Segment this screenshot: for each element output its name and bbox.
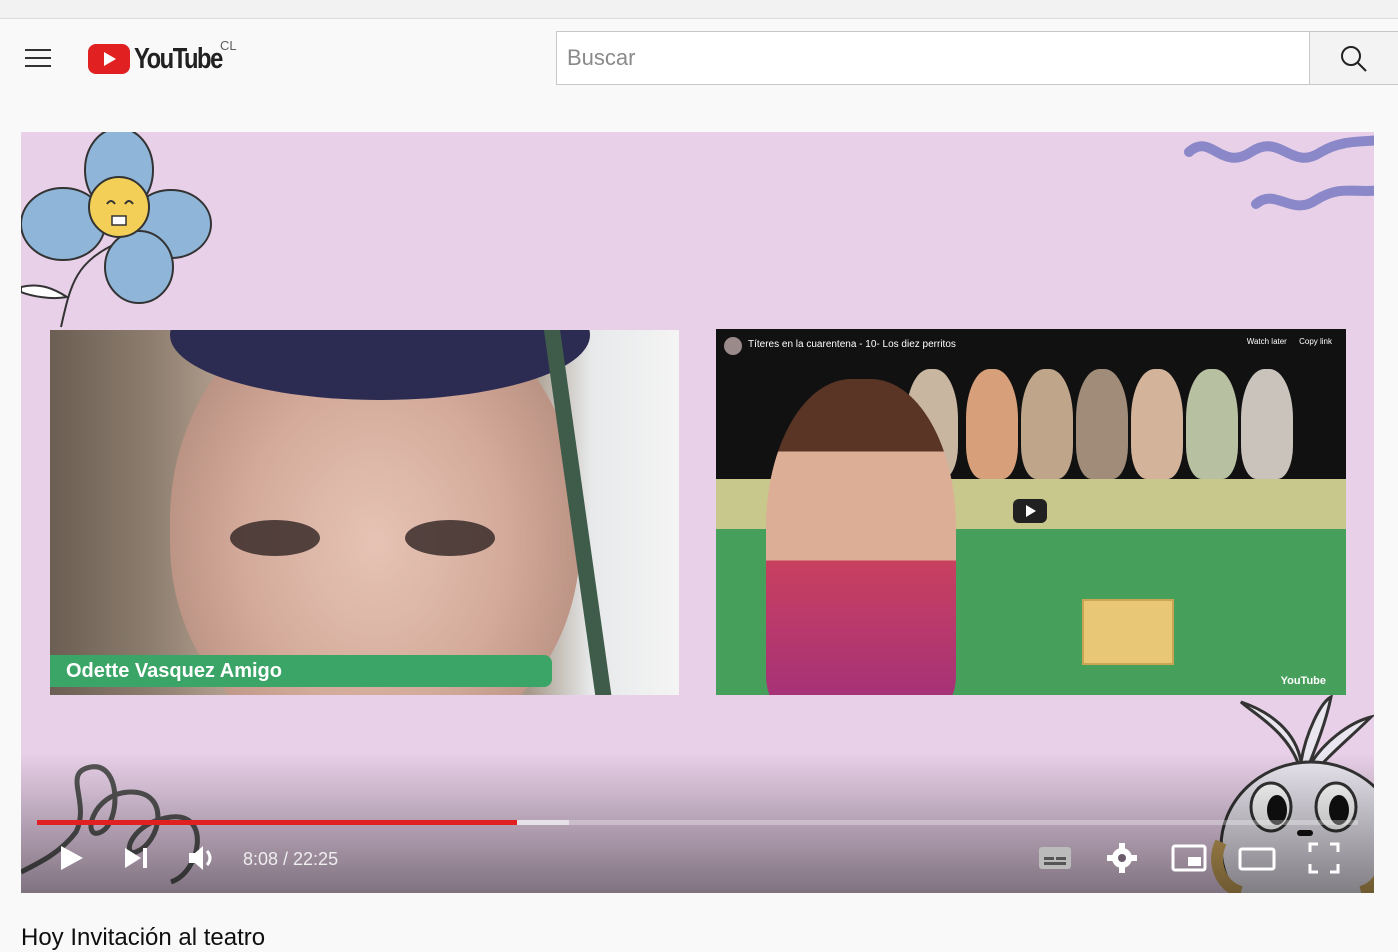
settings-button[interactable] bbox=[1105, 837, 1139, 879]
search-input[interactable] bbox=[556, 31, 1310, 85]
performer-image bbox=[766, 379, 956, 695]
youtube-logo[interactable]: YouTube bbox=[88, 41, 241, 77]
masthead: YouTube CL bbox=[0, 19, 1398, 97]
puppet-image bbox=[966, 369, 1018, 479]
miniplayer-icon bbox=[1171, 844, 1207, 872]
search-button[interactable] bbox=[1310, 31, 1398, 85]
puppet-image bbox=[1241, 369, 1293, 479]
browser-toolbar bbox=[0, 0, 1398, 19]
fullscreen-icon bbox=[1308, 842, 1340, 874]
embedded-video: Títeres en la cuarentena - 10- Los diez … bbox=[716, 329, 1346, 695]
eye-image bbox=[405, 520, 495, 556]
played-bar bbox=[37, 820, 517, 825]
search-icon bbox=[1341, 46, 1367, 72]
logo-text: YouTube bbox=[134, 42, 223, 75]
country-code: CL bbox=[220, 38, 237, 53]
theater-icon bbox=[1238, 847, 1276, 871]
volume-icon bbox=[189, 846, 212, 870]
flower-illustration bbox=[21, 132, 212, 328]
play-button[interactable] bbox=[55, 837, 87, 879]
play-icon bbox=[61, 846, 83, 870]
video-title: Hoy Invitación al teatro bbox=[21, 924, 266, 951]
embedded-video-title: Títeres en la cuarentena - 10- Los diez … bbox=[748, 339, 956, 350]
video-player[interactable]: Odette Vasquez Amigo Títeres en la cuare… bbox=[21, 132, 1374, 893]
webcam-left: Odette Vasquez Amigo bbox=[50, 330, 679, 695]
watch-later-label: Watch later bbox=[1246, 337, 1287, 346]
fullscreen-button[interactable] bbox=[1307, 837, 1341, 879]
stage-picture bbox=[1082, 599, 1174, 665]
subtitles-icon bbox=[1039, 847, 1071, 869]
puppet-image bbox=[1131, 369, 1183, 479]
time-display: 8:08 / 22:25 bbox=[243, 849, 339, 869]
channel-avatar bbox=[724, 337, 742, 355]
youtube-play-icon bbox=[88, 44, 130, 74]
wave-illustration bbox=[1184, 135, 1374, 211]
puppet-image bbox=[1076, 369, 1128, 479]
embedded-actions: Watch later Copy link bbox=[1237, 337, 1332, 346]
gear-icon bbox=[1107, 843, 1137, 873]
puppet-image bbox=[1186, 369, 1238, 479]
copy-link-label: Copy link bbox=[1299, 337, 1332, 346]
name-tag: Odette Vasquez Amigo bbox=[50, 655, 552, 687]
eye-image bbox=[230, 520, 320, 556]
progress-bar[interactable] bbox=[37, 820, 1358, 825]
menu-icon[interactable] bbox=[18, 41, 58, 77]
subtitles-button[interactable] bbox=[1037, 837, 1073, 879]
miniplayer-button[interactable] bbox=[1171, 837, 1207, 879]
next-button[interactable] bbox=[121, 837, 153, 879]
embedded-play-icon bbox=[1013, 499, 1047, 523]
puppet-image bbox=[1021, 369, 1073, 479]
volume-button[interactable] bbox=[185, 837, 219, 879]
theater-mode-button[interactable] bbox=[1238, 837, 1276, 879]
embedded-youtube-brand: YouTube bbox=[1280, 675, 1326, 687]
next-icon bbox=[125, 848, 147, 868]
